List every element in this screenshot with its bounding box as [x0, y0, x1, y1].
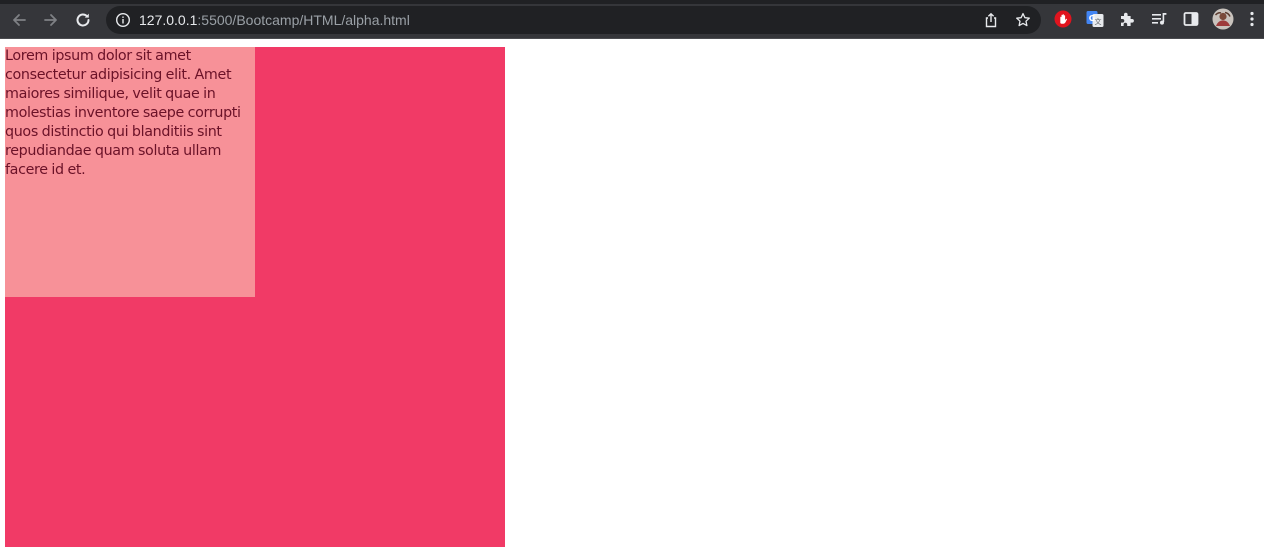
- browser-toolbar: 127.0.0.1:5500/Bootcamp/HTML/alpha.html …: [0, 0, 1264, 39]
- avatar: [1212, 8, 1234, 30]
- hand-stop-icon: [1054, 10, 1072, 28]
- extensions-button[interactable]: [1117, 9, 1137, 29]
- page-viewport: Lorem ipsum dolor sit amet consectetur a…: [0, 39, 1264, 557]
- inner-box: Lorem ipsum dolor sit amet consectetur a…: [5, 47, 255, 297]
- extension-translate[interactable]: G 文: [1085, 9, 1105, 29]
- url-host: 127.0.0.1: [139, 12, 198, 28]
- outer-box: Lorem ipsum dolor sit amet consectetur a…: [5, 47, 505, 547]
- browser-menu-button[interactable]: [1245, 9, 1259, 29]
- side-panel-icon: [1183, 12, 1199, 26]
- reading-list-button[interactable]: [1149, 9, 1169, 29]
- lorem-paragraph: Lorem ipsum dolor sit amet consectetur a…: [5, 48, 241, 178]
- back-button[interactable]: [7, 8, 31, 32]
- arrow-left-icon: [13, 14, 26, 26]
- reading-list-icon: [1152, 13, 1167, 25]
- svg-text:文: 文: [1095, 17, 1102, 26]
- share-icon[interactable]: [983, 12, 999, 28]
- star-icon[interactable]: [1015, 12, 1031, 28]
- forward-button[interactable]: [39, 8, 63, 32]
- extension-adblock[interactable]: [1053, 9, 1073, 29]
- url-path: :5500/Bootcamp/HTML/alpha.html: [197, 12, 410, 28]
- tab-strip: [0, 0, 1264, 4]
- info-icon[interactable]: [115, 12, 131, 28]
- reload-button[interactable]: [71, 8, 95, 32]
- puzzle-icon: [1121, 12, 1134, 26]
- profile-button[interactable]: [1212, 8, 1234, 30]
- reload-icon: [76, 13, 90, 27]
- url-text[interactable]: 127.0.0.1:5500/Bootcamp/HTML/alpha.html: [139, 12, 410, 28]
- side-panel-button[interactable]: [1181, 9, 1201, 29]
- arrow-right-icon: [44, 14, 57, 26]
- address-bar[interactable]: 127.0.0.1:5500/Bootcamp/HTML/alpha.html: [106, 6, 1041, 34]
- google-translate-icon: G 文: [1086, 11, 1104, 27]
- kebab-menu-icon: [1250, 11, 1254, 27]
